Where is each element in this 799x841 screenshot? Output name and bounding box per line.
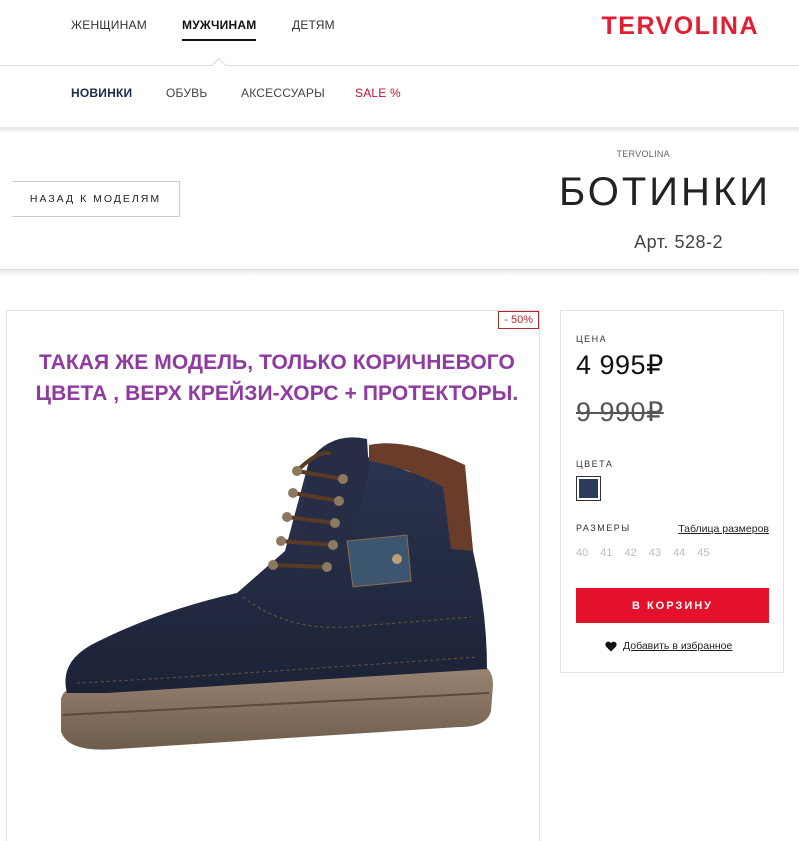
size-option[interactable]: 40: [576, 547, 588, 559]
size-option[interactable]: 44: [673, 547, 685, 559]
color-swatch-navy[interactable]: [576, 476, 601, 501]
top-nav: ЖЕНЩИНАМ МУЖЧИНАМ ДЕТЯМ TERVOLINA: [0, 0, 799, 66]
size-option[interactable]: 45: [697, 547, 709, 559]
logo[interactable]: TERVOLINA: [602, 12, 760, 41]
product-image-panel: - 50% ТАКАЯ ЖЕ МОДЕЛЬ, ТОЛЬКО КОРИЧНЕВОГ…: [6, 310, 540, 841]
add-to-cart-button[interactable]: В КОРЗИНУ: [576, 588, 769, 623]
back-to-models-button[interactable]: НАЗАД К МОДЕЛЯМ: [0, 181, 180, 218]
add-to-favorites-link[interactable]: Добавить в избранное: [623, 640, 732, 652]
colors-label: ЦВЕТА: [576, 459, 614, 469]
header-shadow: [0, 270, 799, 276]
nav-men[interactable]: МУЖЧИНАМ: [182, 18, 257, 41]
article-number: Арт. 528-2: [634, 232, 723, 252]
back-button-label: НАЗАД К МОДЕЛЯМ: [29, 193, 162, 205]
product-header: НАЗАД К МОДЕЛЯМ TERVOLINA БОТИНКИ Арт. 5…: [0, 132, 799, 270]
sizes-label: РАЗМЕРЫ: [576, 523, 631, 533]
product-image[interactable]: [47, 431, 507, 781]
subnav-sale[interactable]: SALE %: [355, 86, 401, 100]
current-price: 4 995₽: [576, 350, 664, 380]
size-option[interactable]: 41: [600, 547, 612, 559]
discount-badge: - 50%: [498, 311, 539, 329]
size-list: 40 41 42 43 44 45: [576, 547, 710, 559]
old-price: 9 990₽: [576, 397, 664, 427]
subnav-new[interactable]: НОВИНКИ: [71, 86, 132, 100]
subnav-shoes[interactable]: ОБУВЬ: [166, 86, 207, 100]
overlay-caption: ТАКАЯ ЖЕ МОДЕЛЬ, ТОЛЬКО КОРИЧНЕВОГО ЦВЕТ…: [35, 351, 519, 405]
price-label: ЦЕНА: [576, 334, 608, 344]
page-title: БОТИНКИ: [558, 170, 771, 214]
nav-kids[interactable]: ДЕТЯМ: [292, 18, 335, 32]
brand-label: TERVOLINA: [616, 149, 670, 159]
nav-women[interactable]: ЖЕНЩИНАМ: [71, 18, 147, 32]
purchase-panel: ЦЕНА 4 995₽ 9 990₽ ЦВЕТА РАЗМЕРЫ Таблица…: [560, 310, 784, 673]
heart-icon: [605, 641, 617, 652]
size-option[interactable]: 42: [625, 547, 637, 559]
size-option[interactable]: 43: [649, 547, 661, 559]
swatch-fill: [579, 479, 598, 498]
subnav-accessories[interactable]: АКСЕССУАРЫ: [241, 86, 325, 100]
sub-nav: НОВИНКИ ОБУВЬ АКСЕССУАРЫ SALE %: [0, 57, 799, 128]
size-table-link[interactable]: Таблица размеров: [678, 523, 769, 535]
